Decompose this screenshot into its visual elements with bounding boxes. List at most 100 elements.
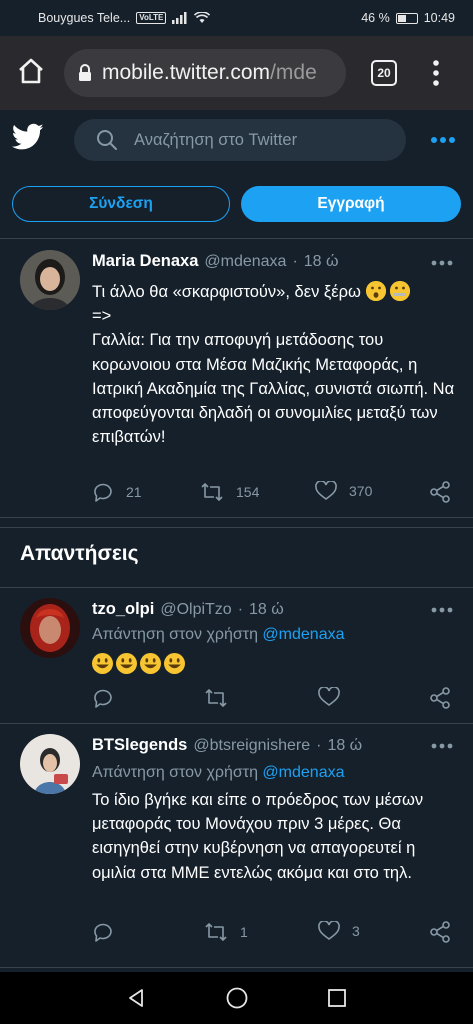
auth-buttons: Σύνδεση Εγγραφή (0, 186, 473, 224)
like-button[interactable]: 370 (315, 481, 372, 501)
main-tweet[interactable]: Maria Denaxa @mdenaxa · 18 ώ Τι άλλο θα … (0, 238, 473, 518)
tweet-header: Maria Denaxa @mdenaxa · 18 ώ (92, 252, 339, 271)
search-placeholder: Αναζήτηση στο Twitter (134, 130, 298, 149)
tweet-text: Τι άλλο θα «σκαρφιστούν», δεν ξέρω => Γα… (92, 280, 457, 449)
home-icon[interactable] (16, 56, 46, 86)
reply-tweet[interactable]: tzo_olpi @OlpiTzo · 18 ώ Απάντηση στον χ… (0, 588, 473, 724)
replies-section-title: Απαντήσεις (20, 542, 139, 565)
home-nav-icon[interactable] (225, 986, 249, 1010)
signal-icon (172, 12, 187, 24)
heart-icon (315, 481, 337, 500)
tweet-text: Το ίδιο βγήκε και είπε ο πρόεδρος των μέ… (92, 791, 424, 882)
divider (0, 967, 473, 968)
wifi-icon (194, 12, 211, 23)
login-button[interactable]: Σύνδεση (12, 186, 230, 222)
tweet-header: tzo_olpi @OlpiTzo · 18 ώ (92, 600, 284, 619)
like-count: 3 (352, 923, 360, 939)
separator: · (237, 601, 244, 618)
volte-badge: VoLTE (136, 12, 167, 24)
url-host: mobile.twitter.com (102, 61, 271, 84)
tweet-time[interactable]: 18 ώ (327, 737, 362, 755)
share-icon (430, 921, 450, 943)
tweet-actions (92, 687, 457, 711)
reply-count: 21 (126, 484, 142, 500)
retweet-count: 154 (236, 484, 260, 500)
signup-button[interactable]: Εγγραφή (241, 186, 461, 222)
grinning-face-emoji-icon (140, 652, 161, 674)
replying-to-prefix: Απάντηση στον χρήστη (92, 764, 263, 781)
tweet-time[interactable]: 18 ώ (304, 253, 339, 271)
recents-icon[interactable] (326, 987, 348, 1009)
tweet-menu-icon[interactable] (430, 258, 454, 268)
author-name[interactable]: BTSlegends (92, 736, 187, 755)
retweet-count: 1 (240, 924, 248, 940)
mention-link[interactable]: @mdenaxa (262, 626, 344, 643)
avatar[interactable] (20, 250, 80, 310)
like-button[interactable]: 3 (318, 921, 360, 941)
reply-icon (94, 483, 112, 502)
kebab-menu-icon[interactable] (428, 58, 444, 88)
reply-button[interactable]: 21 (92, 481, 142, 503)
reply-button[interactable] (92, 687, 114, 709)
author-name[interactable]: tzo_olpi (92, 600, 154, 619)
heart-icon (318, 687, 340, 706)
retweet-button[interactable] (204, 687, 228, 709)
reply-tweet[interactable]: BTSlegends @btsreignishere · 18 ώ Απάντη… (0, 724, 473, 968)
system-nav-bar (0, 972, 473, 1024)
clock: 10:49 (423, 11, 455, 25)
mention-link[interactable]: @mdenaxa (262, 764, 344, 781)
heart-icon (318, 921, 340, 940)
lock-icon (79, 64, 91, 81)
separator: · (292, 253, 298, 270)
url-path: /mde (270, 61, 317, 84)
share-button[interactable] (429, 687, 451, 709)
share-button[interactable] (429, 921, 451, 943)
battery-icon (395, 12, 418, 24)
author-handle[interactable]: @btsreignishere (193, 737, 310, 755)
retweet-icon (205, 923, 227, 941)
like-button[interactable] (318, 687, 340, 707)
address-bar[interactable]: mobile.twitter.com/mde (64, 49, 346, 97)
carrier-name: Bouygues Tele... (38, 11, 131, 25)
back-icon[interactable] (125, 987, 147, 1009)
retweet-button[interactable]: 1 (204, 921, 248, 943)
battery-percent: 46 % (361, 11, 390, 25)
browser-toolbar: mobile.twitter.com/mde 20 (0, 36, 473, 110)
tweet-menu-icon[interactable] (430, 605, 454, 615)
tweet-menu-icon[interactable] (430, 741, 454, 751)
divider (0, 517, 473, 518)
separator: · (316, 737, 322, 754)
replying-to-prefix: Απάντηση στον χρήστη (92, 626, 263, 643)
reply-button[interactable] (92, 921, 114, 943)
retweet-icon (201, 483, 223, 501)
replying-to: Απάντηση στον χρήστη @mdenaxa (92, 626, 344, 644)
reply-icon (94, 689, 112, 708)
tweet-time[interactable]: 18 ώ (249, 601, 284, 619)
avatar[interactable] (20, 734, 80, 794)
author-handle[interactable]: @mdenaxa (204, 253, 286, 271)
status-bar: Bouygues Tele... VoLTE 46 % 10:49 (0, 0, 473, 36)
author-name[interactable]: Maria Denaxa (92, 252, 198, 271)
tweet-header: BTSlegends @btsreignishere · 18 ώ (92, 736, 362, 755)
grinning-face-emoji-icon (164, 652, 185, 674)
tabs-button[interactable]: 20 (371, 60, 397, 86)
like-count: 370 (349, 483, 373, 499)
divider (0, 527, 473, 528)
share-button[interactable] (429, 481, 451, 503)
more-options-icon[interactable] (430, 131, 456, 149)
twitter-logo-icon[interactable] (12, 123, 44, 151)
avatar[interactable] (20, 598, 80, 658)
reply-icon (94, 923, 112, 942)
zipper-mouth-emoji-icon (390, 281, 411, 301)
search-input[interactable]: Αναζήτηση στο Twitter (74, 119, 406, 161)
hushed-face-emoji-icon (365, 281, 386, 301)
search-icon (97, 130, 117, 150)
author-handle[interactable]: @OlpiTzo (160, 601, 231, 619)
retweet-button[interactable]: 154 (200, 481, 259, 503)
tweet-actions: 21 154 370 (92, 481, 457, 505)
tweet-text-line2: => (92, 307, 112, 326)
tweet-text (92, 650, 457, 676)
grinning-face-emoji-icon (92, 652, 113, 674)
tweet-text-line1: Τι άλλο θα «σκαρφιστούν», δεν ξέρω (92, 283, 361, 301)
retweet-icon (205, 689, 227, 707)
